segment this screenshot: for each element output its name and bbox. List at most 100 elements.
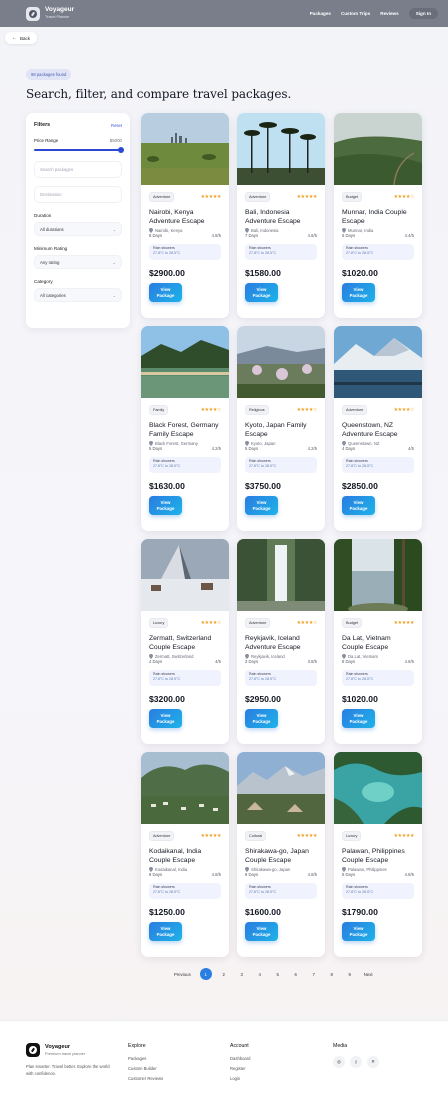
weather-range: 27.8°C to 28.5°C [346, 251, 374, 256]
package-card[interactable]: Religious ★★★★☆ Kyoto, Japan Family Esca… [237, 326, 325, 531]
previous-page-button[interactable]: Previous [174, 972, 191, 977]
package-image [334, 326, 422, 398]
slider-handle[interactable] [118, 147, 124, 153]
package-card[interactable]: Adventure ★★★★☆ Reykjavik, Iceland Adven… [237, 539, 325, 744]
view-label: View [256, 926, 267, 931]
package-label: Package [156, 292, 175, 298]
package-rating: 4/5 [408, 446, 414, 451]
package-card[interactable]: Budget ★★★★☆ Munnar, India Couple Escape… [334, 113, 422, 318]
view-package-button[interactable]: View Package [342, 283, 375, 302]
view-package-button[interactable]: View Package [342, 922, 375, 941]
package-duration: 4 Days [149, 659, 163, 664]
view-label: View [160, 287, 171, 292]
package-image [141, 752, 229, 824]
price-range-label: Price Range [34, 138, 59, 143]
page-4-button[interactable]: 4 [254, 968, 266, 980]
view-package-button[interactable]: View Package [149, 922, 182, 941]
view-package-button[interactable]: View Package [342, 709, 375, 728]
view-label: View [353, 500, 364, 505]
footer: Voyageur Premium travel planner Plan sma… [0, 1020, 448, 1100]
instagram-icon[interactable]: ◎ [333, 1056, 345, 1068]
duration-select[interactable]: All durations ⌄ [34, 222, 122, 236]
weather-range: 27.8°C to 28.5°C [153, 464, 181, 469]
package-card-body: Budget ★★★★★ Da Lat, Vietnam Couple Esca… [334, 611, 422, 744]
footer-link-reviews[interactable]: Customer Reviews [128, 1076, 163, 1081]
page-1-button[interactable]: 1 [199, 968, 212, 980]
package-duration: 8 Days [149, 233, 163, 238]
back-button[interactable]: ← Back [5, 32, 38, 44]
page-3-button[interactable]: 3 [236, 968, 248, 980]
page-5-button[interactable]: 5 [272, 968, 284, 980]
view-package-button[interactable]: View Package [149, 496, 182, 515]
top-nav: Voyageur Travel Planner Packages Custom … [0, 0, 448, 27]
package-title: Da Lat, Vietnam Couple Escape [342, 635, 391, 652]
view-package-button[interactable]: View Package [149, 283, 182, 302]
package-image [334, 113, 422, 185]
facebook-icon[interactable]: f [350, 1056, 362, 1068]
next-page-button[interactable]: Next [364, 972, 373, 977]
search-input[interactable]: Search packages [34, 161, 122, 178]
package-card[interactable]: Luxury ★★★★☆ Zermatt, Switzerland Couple… [141, 539, 229, 744]
logo-icon[interactable] [26, 6, 40, 21]
footer-link-packages[interactable]: Packages [128, 1056, 163, 1061]
price-range-slider[interactable] [34, 147, 124, 153]
nav-custom-trips[interactable]: Custom Trips [341, 11, 370, 16]
package-card[interactable]: Adventure ★★★★☆ Queenstown, NZ Adventure… [334, 326, 422, 531]
weather-range: 27.8°C to 28.5°C [346, 464, 374, 469]
footer-account: Account Dashboard Register Login [230, 1043, 251, 1086]
rating-select[interactable]: Any rating ⌄ [34, 255, 122, 269]
page-9-button[interactable]: 9 [344, 968, 356, 980]
package-card-body: Adventure ★★★★★ Bali, Indonesia Adventur… [237, 185, 325, 318]
view-package-button[interactable]: View Package [245, 709, 278, 728]
page-6-button[interactable]: 6 [290, 968, 302, 980]
destination-input[interactable]: Destination [34, 186, 122, 203]
package-card[interactable]: Budget ★★★★★ Da Lat, Vietnam Couple Esca… [334, 539, 422, 744]
package-card[interactable]: Adventure ★★★★★ Nairobi, Kenya Adventure… [141, 113, 229, 318]
package-card[interactable]: Luxury ★★★★★ Palawan, Philippines Couple… [334, 752, 422, 957]
category-select[interactable]: All categories ⌄ [34, 288, 122, 302]
package-label: Package [349, 292, 368, 298]
package-rating: 4.8/5 [211, 233, 221, 238]
view-package-button[interactable]: View Package [245, 496, 278, 515]
package-card[interactable]: Family ★★★★☆ Black Forest, Germany Famil… [141, 326, 229, 531]
footer-link-dashboard[interactable]: Dashboard [230, 1056, 251, 1061]
weather-box: Rain showers 27.8°C to 28.5°C [342, 457, 414, 473]
page-8-button[interactable]: 8 [326, 968, 338, 980]
star-rating-icon: ★★★★☆ [296, 407, 318, 413]
view-package-button[interactable]: View Package [245, 283, 278, 302]
package-title: Kodaikanal, India Couple Escape [149, 848, 202, 865]
package-card[interactable]: Adventure ★★★★★ Bali, Indonesia Adventur… [237, 113, 325, 318]
x-icon[interactable]: ✕ [367, 1056, 379, 1068]
footer-link-custom-builder[interactable]: Custom Builder [128, 1066, 163, 1071]
page-2-button[interactable]: 2 [218, 968, 230, 980]
package-meta: 8 Days 4.8/5 [342, 872, 414, 877]
package-card[interactable]: Cultural ★★★★★ Shirakawa-go, Japan Coupl… [237, 752, 325, 957]
reset-filters-button[interactable]: Reset [111, 123, 122, 128]
star-rating-icon: ★★★★☆ [393, 194, 415, 200]
view-package-button[interactable]: View Package [245, 922, 278, 941]
nav-packages[interactable]: Packages [310, 11, 331, 16]
package-card[interactable]: Adventure ★★★★★ Kodaikanal, India Couple… [141, 752, 229, 957]
weather-box: Rain showers 27.8°C to 28.5°C [149, 244, 221, 260]
price-max-value: $5000 [109, 138, 122, 143]
package-meta: 3 Days 3.8/5 [245, 659, 317, 664]
view-label: View [353, 287, 364, 292]
nav-reviews[interactable]: Reviews [380, 11, 398, 16]
package-title: Bali, Indonesia Adventure Escape [245, 209, 301, 226]
sign-in-button[interactable]: Sign In [408, 8, 438, 19]
view-package-button[interactable]: View Package [149, 709, 182, 728]
page-7-button[interactable]: 7 [308, 968, 320, 980]
package-card-body: Cultural ★★★★★ Shirakawa-go, Japan Coupl… [237, 824, 325, 957]
footer-link-login[interactable]: Login [230, 1076, 251, 1081]
brand[interactable]: Voyageur Travel Planner [45, 7, 74, 19]
weather-box: Rain showers 27.8°C to 28.5°C [245, 457, 317, 473]
view-package-button[interactable]: View Package [342, 496, 375, 515]
weather-box: Rain showers 27.8°C to 28.5°C [245, 670, 317, 686]
weather-box: Rain showers 27.8°C to 28.5°C [149, 883, 221, 899]
package-rating: 4.8/5 [404, 872, 414, 877]
footer-link-register[interactable]: Register [230, 1066, 251, 1071]
package-image [334, 752, 422, 824]
package-image [141, 539, 229, 611]
package-duration: 5 Days [245, 446, 259, 451]
package-image [237, 752, 325, 824]
